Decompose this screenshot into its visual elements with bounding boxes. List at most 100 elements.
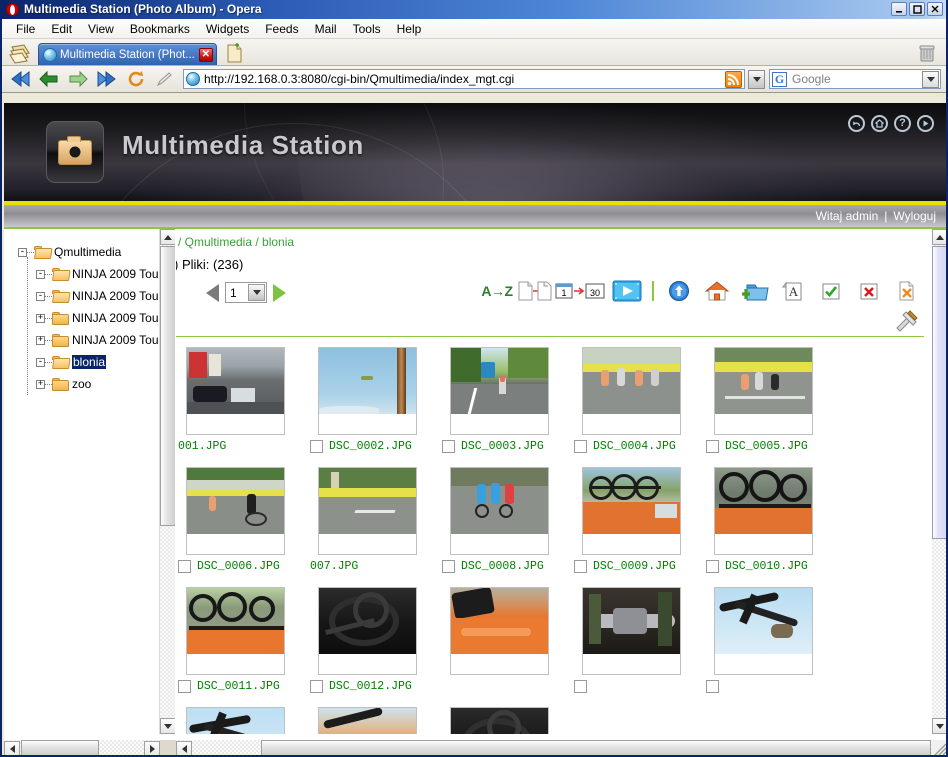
thumbnail-frame[interactable] (582, 467, 681, 555)
url-input[interactable]: http://192.168.0.3:8080/cgi-bin/Qmultime… (183, 69, 745, 89)
minimize-button[interactable] (891, 2, 907, 16)
thumbnail-checkbox[interactable] (574, 680, 587, 693)
thumbnail-filename[interactable]: DSC_0006.JPG (197, 560, 280, 573)
home-button[interactable] (698, 276, 736, 306)
tree-scroll-up-button[interactable] (160, 229, 175, 245)
thumbnail-cell[interactable] (176, 707, 304, 734)
thumbnail-frame[interactable] (186, 347, 285, 435)
upload-button[interactable] (660, 276, 698, 306)
thumbnail-cell[interactable] (568, 587, 700, 707)
new-folder-button[interactable] (736, 276, 774, 306)
tree-node-ninja-4[interactable]: + NINJA 2009 Tour S (18, 329, 175, 351)
help-circle-icon[interactable]: ? (894, 115, 911, 132)
rewind-button[interactable] (7, 68, 33, 90)
play-circle-icon[interactable] (917, 115, 934, 132)
thumbnail-checkbox[interactable] (442, 440, 455, 453)
thumbnail-filename[interactable]: DSC_0004.JPG (593, 440, 676, 453)
tree-hscroll-left-button[interactable] (4, 740, 20, 755)
thumbnail-frame[interactable] (450, 707, 549, 734)
content-vertical-scrollbar[interactable] (932, 229, 946, 734)
tree-hscrollbar-thumb[interactable] (21, 740, 99, 755)
thumbnail-checkbox[interactable] (310, 440, 323, 453)
items-per-page-button[interactable]: 1 30 (554, 276, 608, 306)
thumbnail-checkbox[interactable] (706, 680, 719, 693)
menu-item-widgets[interactable]: Widgets (198, 20, 257, 38)
back-button[interactable] (36, 68, 62, 90)
menu-item-mail[interactable]: Mail (307, 20, 345, 38)
tree-node-zoo[interactable]: + zoo (18, 373, 175, 395)
fast-forward-button[interactable] (94, 68, 120, 90)
rename-button[interactable]: A (774, 276, 812, 306)
thumbnail-filename[interactable]: DSC_0002.JPG (329, 440, 412, 453)
content-scroll-down-button[interactable] (932, 718, 946, 734)
thumbnail-cell[interactable] (436, 587, 568, 707)
thumbnail-checkbox[interactable] (178, 680, 191, 693)
content-scrollbar-thumb[interactable] (932, 246, 946, 539)
thumbnail-frame[interactable] (714, 347, 813, 435)
thumbnail-checkbox[interactable] (442, 560, 455, 573)
thumbnail-filename[interactable]: 001.JPG (178, 440, 226, 453)
thumbnail-frame[interactable] (318, 347, 417, 435)
thumbnail-checkbox[interactable] (706, 440, 719, 453)
thumbnail-frame[interactable] (450, 347, 549, 435)
thumbnail-cell[interactable]: DSC_0003.JPG (436, 347, 568, 467)
thumbnail-cell[interactable]: DSC_0006.JPG (176, 467, 304, 587)
trash-icon[interactable] (918, 43, 936, 63)
thumbnail-filename[interactable]: DSC_0008.JPG (461, 560, 544, 573)
thumbnail-filename[interactable]: DSC_0012.JPG (329, 680, 412, 693)
thumbnail-frame[interactable] (186, 707, 285, 734)
thumbnail-frame[interactable] (714, 467, 813, 555)
thumbnail-filename[interactable]: DSC_0005.JPG (725, 440, 808, 453)
menu-item-tools[interactable]: Tools (345, 20, 389, 38)
tree-expander-icon[interactable]: - (36, 291, 45, 301)
thumbnail-filename[interactable]: DSC_0009.JPG (593, 560, 676, 573)
next-page-button[interactable] (273, 283, 286, 302)
thumbnail-checkbox[interactable] (178, 560, 191, 573)
thumbnail-frame[interactable] (582, 347, 681, 435)
thumbnail-cell[interactable] (304, 707, 436, 734)
content-hscroll-left-button[interactable] (176, 740, 192, 755)
prev-page-button[interactable] (206, 283, 219, 302)
thumbnail-filename[interactable]: DSC_0003.JPG (461, 440, 544, 453)
thumbnail-cell[interactable] (700, 587, 832, 707)
thumbnail-frame[interactable] (318, 467, 417, 555)
tab-stack-icon[interactable] (8, 42, 34, 64)
menu-item-edit[interactable]: Edit (43, 20, 80, 38)
thumbnail-frame[interactable] (186, 467, 285, 555)
tree-node-qmultimedia[interactable]: - Qmultimedia (18, 241, 175, 263)
menu-item-feeds[interactable]: Feeds (257, 20, 306, 38)
new-tab-icon[interactable] (225, 42, 245, 64)
tree-node-ninja-1[interactable]: - NINJA 2009 Tour S (18, 263, 175, 285)
thumbnail-cell[interactable]: DSC_0004.JPG (568, 347, 700, 467)
tree-scroll-down-button[interactable] (160, 718, 175, 734)
slideshow-button[interactable] (608, 276, 646, 306)
thumbnail-cell[interactable]: DSC_0002.JPG (304, 347, 436, 467)
thumbnail-cell[interactable]: DSC_0009.JPG (568, 467, 700, 587)
thumbnail-frame[interactable] (450, 587, 549, 675)
url-dropdown-button[interactable] (748, 69, 765, 89)
menu-item-file[interactable]: File (8, 20, 43, 38)
thumbnail-frame[interactable] (318, 587, 417, 675)
tools-button[interactable] (894, 308, 920, 332)
maximize-button[interactable] (909, 2, 925, 16)
sort-az-button[interactable]: A→Z (478, 276, 516, 306)
content-hscrollbar-thumb[interactable] (261, 740, 931, 755)
thumbnail-checkbox[interactable] (574, 440, 587, 453)
thumbnail-cell[interactable]: DSC_0005.JPG (700, 347, 832, 467)
menu-item-bookmarks[interactable]: Bookmarks (122, 20, 198, 38)
tree-expander-icon[interactable]: + (36, 335, 45, 345)
search-input[interactable]: G Google (769, 69, 941, 89)
tree-horizontal-scrollbar[interactable] (4, 740, 176, 755)
rss-feed-icon[interactable] (725, 70, 742, 88)
tree-hscroll-right-button[interactable] (144, 740, 160, 755)
thumbnail-filename[interactable]: DSC_0010.JPG (725, 560, 808, 573)
home-circle-icon[interactable] (871, 115, 888, 132)
tree-node-ninja-3[interactable]: + NINJA 2009 Tour S (18, 307, 175, 329)
thumbnail-cell[interactable]: 001.JPG (176, 347, 304, 467)
close-button[interactable] (927, 2, 943, 16)
thumbnail-checkbox[interactable] (310, 680, 323, 693)
tree-vertical-scrollbar[interactable] (159, 229, 175, 734)
select-all-button[interactable] (812, 276, 850, 306)
thumbnail-cell[interactable]: DSC_0011.JPG (176, 587, 304, 707)
tree-node-blonia[interactable]: - blonia (18, 351, 175, 373)
